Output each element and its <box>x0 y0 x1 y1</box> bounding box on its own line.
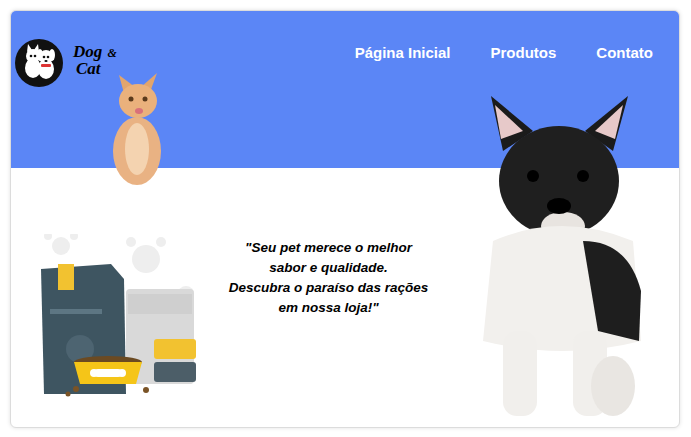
logo-icon[interactable] <box>14 38 64 88</box>
quote-line: Descubra o paraíso das rações <box>211 278 446 298</box>
quote-line: em nossa loja!" <box>211 298 446 318</box>
nav-link[interactable]: Produtos <box>491 42 557 65</box>
nav-link[interactable]: Contato <box>596 42 653 65</box>
logo-word[interactable]: Dog <box>73 42 102 61</box>
page-frame: Dog & Cat Página Inicial Produtos Contato <box>10 10 680 428</box>
pet-food-picture <box>36 234 206 399</box>
nav-link[interactable]: Página Inicial <box>355 42 451 65</box>
logo-text[interactable]: Dog & Cat <box>73 44 117 77</box>
cat-picture <box>105 65 169 187</box>
dog-picture <box>463 91 659 426</box>
quote-line: sabor e qualidade. <box>211 258 446 278</box>
hero-quote: "Seu pet merece o melhorsabor e qualidad… <box>211 238 446 318</box>
nav-item: Página Inicial <box>355 42 451 65</box>
nav-item: Contato <box>596 42 653 65</box>
main-nav: Página Inicial Produtos Contato <box>355 42 653 65</box>
quote-line: "Seu pet merece o melhor <box>211 238 446 258</box>
logo-word[interactable]: Cat <box>76 61 117 77</box>
nav-item: Produtos <box>491 42 557 65</box>
logo-ampersand[interactable]: & <box>108 46 117 60</box>
